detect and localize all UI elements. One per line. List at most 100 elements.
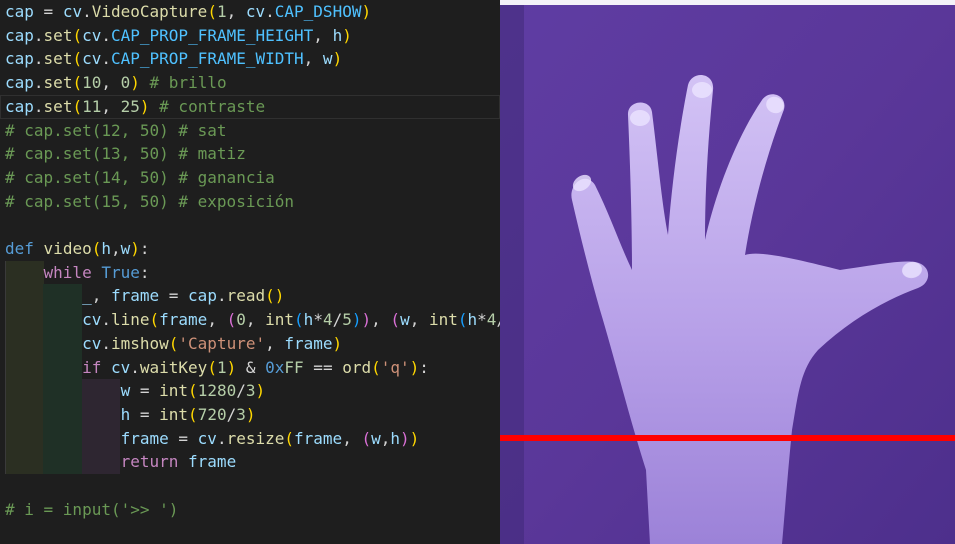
code-token: _ — [82, 286, 92, 306]
code-token: FF — [284, 357, 304, 377]
code-token: set — [43, 25, 73, 45]
code-token: imshow — [110, 333, 169, 353]
code-token: 3 — [245, 381, 256, 401]
code-token: 10 — [82, 73, 102, 93]
code-editor[interactable]: cap = cv.VideoCapture(1, cv.CAP_DSHOW) ca… — [0, 0, 500, 544]
code-token: ) — [139, 96, 150, 116]
code-token: return — [120, 452, 179, 472]
code-token: cap — [5, 96, 34, 116]
code-token: . — [33, 73, 44, 93]
code-line[interactable]: w = int(1280/3) — [0, 379, 500, 404]
code-token: . — [33, 96, 44, 116]
code-line[interactable]: def video(h,w): — [0, 237, 500, 261]
code-line[interactable]: # cap.set(12, 50) # sat — [0, 119, 500, 143]
code-token: , — [303, 49, 323, 69]
code-token: h — [390, 428, 401, 448]
code-token: 0x — [265, 357, 285, 377]
code-line[interactable]: cap.set(10, 0) # brillo — [0, 71, 500, 95]
code-token: = — [168, 428, 198, 448]
code-line[interactable]: cv.line(frame, (0, int(h*4/5)), (w, int(… — [0, 308, 500, 333]
code-token: ) — [332, 333, 343, 353]
code-token: . — [101, 49, 111, 69]
code-token: 5 — [342, 310, 352, 330]
code-token: ) — [361, 2, 372, 21]
code-token: . — [33, 49, 44, 69]
code-token: CAP_PROP_FRAME_WIDTH — [111, 49, 304, 69]
code-text: cv.line(frame, (0, int(h*4/5)), (w, int(… — [5, 308, 500, 332]
code-text: if cv.waitKey(1) & 0xFF == ord('q'): — [5, 356, 429, 380]
code-token: ( — [207, 357, 217, 377]
code-text: while True: — [5, 261, 150, 285]
code-line[interactable]: cap.set(cv.CAP_PROP_FRAME_WIDTH, w) — [0, 47, 500, 71]
code-token: h — [332, 25, 343, 45]
code-line[interactable]: # cap.set(15, 50) # exposición — [0, 190, 500, 214]
code-line[interactable]: frame = cv.resize(frame, (w,h)) — [0, 426, 500, 451]
code-token: . — [216, 428, 227, 448]
code-token: * — [477, 310, 487, 330]
code-token: ) — [342, 25, 352, 45]
code-text: cap.set(cv.CAP_PROP_FRAME_WIDTH, w) — [5, 47, 342, 71]
code-token: == — [303, 357, 343, 377]
code-line[interactable]: cap = cv.VideoCapture(1, cv.CAP_DSHOW) — [0, 0, 500, 24]
code-line[interactable]: cap.set(cv.CAP_PROP_FRAME_HEIGHT, h) — [0, 24, 500, 48]
code-line[interactable]: cv.imshow('Capture', frame) — [0, 331, 500, 356]
code-token: ( — [149, 310, 160, 330]
code-line[interactable]: # i = input('>> ') — [0, 498, 500, 522]
code-line[interactable]: # cap.set(14, 50) # ganancia — [0, 166, 500, 190]
code-line[interactable]: if cv.waitKey(1) & 0xFF == ord('q'): — [0, 355, 500, 380]
code-token: , — [409, 310, 429, 330]
code-line[interactable] — [0, 474, 500, 498]
code-token: = — [33, 2, 63, 21]
code-token: video — [43, 239, 92, 258]
code-token: ) — [351, 310, 362, 330]
code-token: w — [322, 49, 333, 69]
code-token: 4 — [486, 310, 497, 330]
code-token: , — [380, 428, 391, 448]
code-token: ) — [400, 428, 410, 448]
code-token: . — [101, 310, 111, 330]
code-token: ) — [226, 357, 237, 377]
code-token: def — [5, 239, 34, 258]
code-token: ) — [361, 310, 372, 330]
code-line[interactable] — [0, 213, 500, 237]
code-line[interactable]: _, frame = cap.read() — [0, 284, 500, 309]
code-token: cap — [5, 73, 34, 93]
code-token: w — [400, 310, 410, 330]
camera-capture-view — [500, 0, 955, 544]
code-line[interactable]: cap.set(11, 25) # contraste — [0, 95, 500, 119]
overlay-line — [500, 435, 955, 441]
code-token: ) — [130, 239, 140, 258]
code-token: frame — [284, 333, 333, 353]
code-token: cap — [188, 286, 217, 306]
code-text: frame = cv.resize(frame, (w,h)) — [5, 427, 420, 451]
code-token: set — [43, 73, 73, 93]
code-token: set — [43, 96, 73, 116]
code-token: , — [265, 333, 285, 353]
code-text: cap = cv.VideoCapture(1, cv.CAP_DSHOW) — [5, 0, 371, 24]
code-line[interactable]: while True: — [0, 260, 500, 285]
code-token: VideoCapture — [91, 2, 208, 21]
code-token: ( — [226, 310, 237, 330]
code-line[interactable]: h = int(720/3) — [0, 402, 500, 427]
code-token: ( — [284, 428, 295, 448]
code-token: 720 — [197, 404, 227, 424]
code-line[interactable]: # cap.set(13, 50) # matiz — [0, 142, 500, 166]
code-token: int — [159, 404, 189, 424]
code-token: . — [33, 25, 44, 45]
code-token: / — [236, 381, 246, 401]
code-token: cv — [62, 2, 83, 21]
code-token: , — [91, 286, 111, 306]
code-token: # cap.set(15, 50) # exposición — [5, 191, 294, 211]
code-text: cap.set(cv.CAP_PROP_FRAME_HEIGHT, h) — [5, 24, 352, 48]
code-token: , — [226, 2, 246, 21]
code-token: 1280 — [197, 381, 237, 401]
code-line[interactable]: return frame — [0, 450, 500, 475]
code-text: _, frame = cap.read() — [5, 284, 284, 308]
code-token: & — [236, 357, 266, 377]
code-token: 3 — [236, 404, 246, 424]
code-token: , — [101, 96, 121, 116]
